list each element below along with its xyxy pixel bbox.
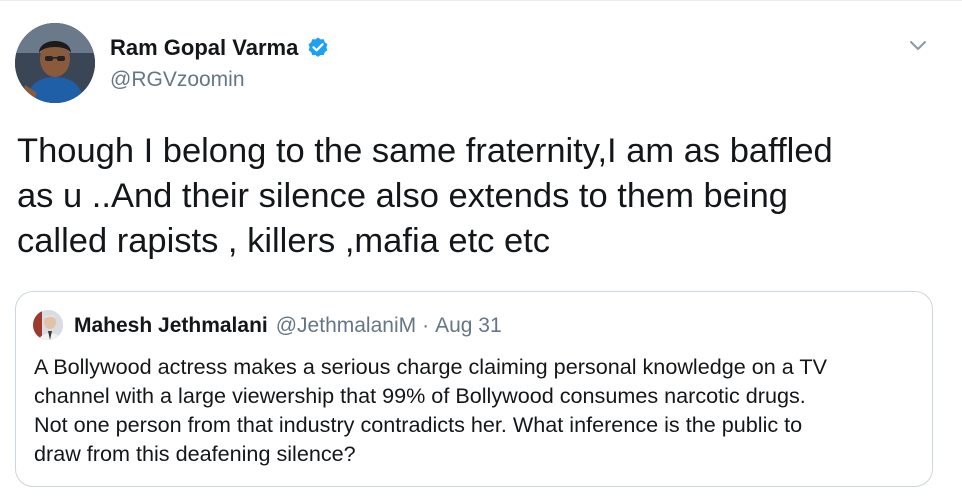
quoted-tweet-text: A Bollywood actress makes a serious char… — [34, 354, 827, 466]
quoted-author-handle[interactable]: @JethmalaniM — [276, 314, 416, 338]
tweet-card: Ram Gopal Varma @RGVzoomin Though I belo… — [0, 0, 962, 502]
tweet-text: Though I belong to the same fraternity,I… — [17, 132, 833, 260]
author-handle[interactable]: @RGVzoomin — [110, 68, 245, 92]
chevron-down-icon[interactable] — [905, 37, 931, 55]
quoted-tweet-header: Mahesh Jethmalani @JethmalaniM · Aug 31 — [74, 314, 502, 338]
quoted-separator: · — [422, 314, 430, 337]
quoted-author-avatar-image — [33, 310, 63, 340]
author-avatar-image — [15, 23, 95, 103]
verified-badge-icon — [306, 36, 330, 60]
quoted-author-name[interactable]: Mahesh Jethmalani — [74, 314, 268, 338]
author-name-row: Ram Gopal Varma — [110, 35, 330, 61]
quoted-author-avatar — [33, 310, 63, 340]
author-display-name[interactable]: Ram Gopal Varma — [110, 35, 298, 61]
quoted-tweet-date[interactable]: Aug 31 — [435, 314, 502, 338]
quoted-tweet[interactable]: Mahesh Jethmalani @JethmalaniM · Aug 31 … — [15, 291, 933, 487]
author-avatar[interactable] — [15, 23, 95, 103]
